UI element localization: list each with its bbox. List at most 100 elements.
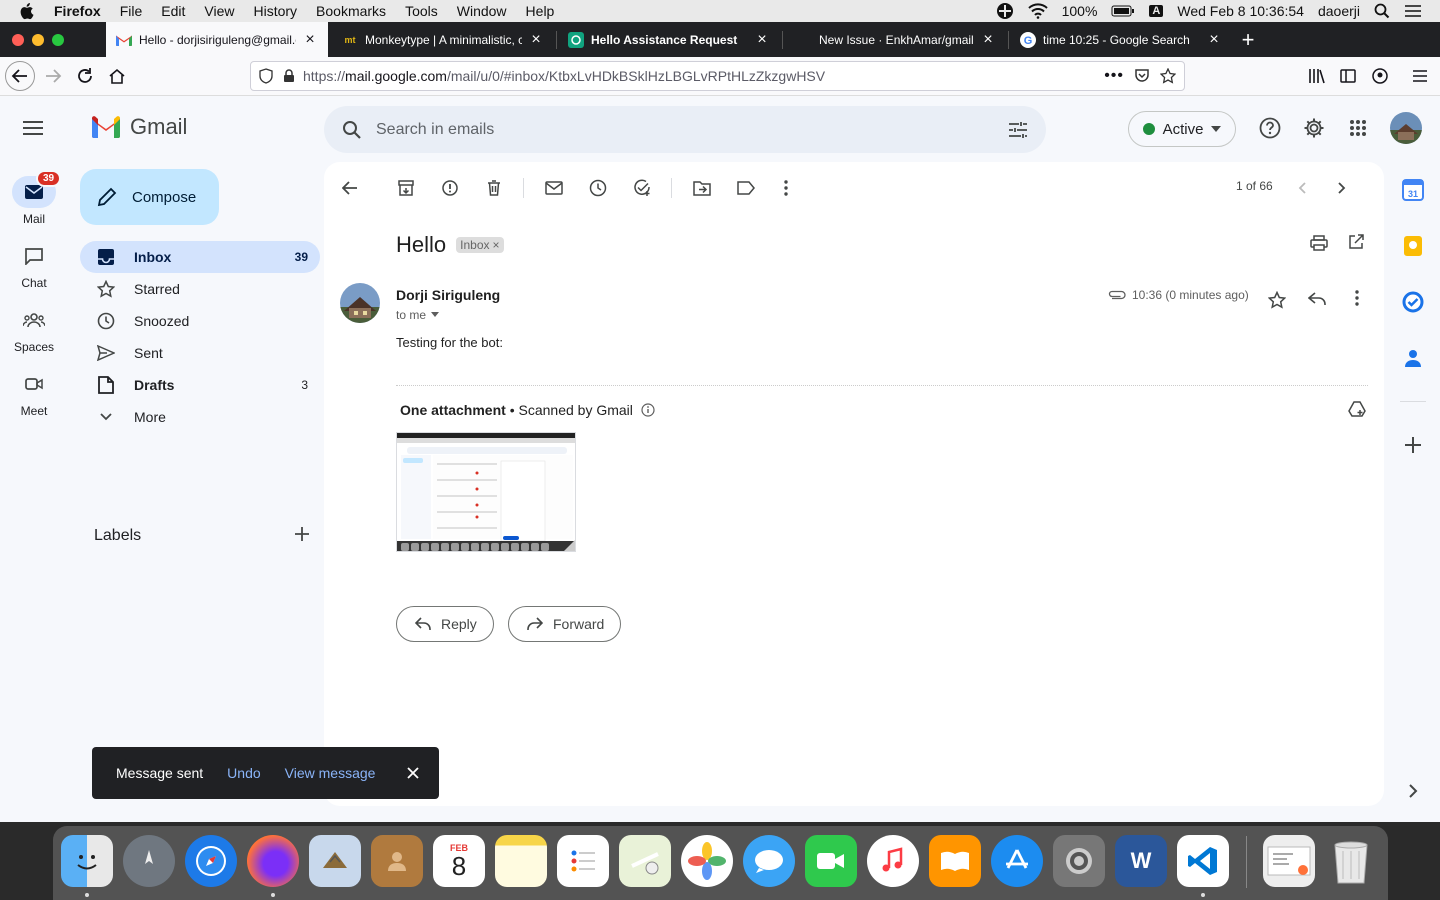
library-button[interactable] [1302,61,1332,91]
sidebar-button[interactable] [1333,61,1363,91]
close-tab-icon[interactable]: × [302,31,318,49]
finder-icon[interactable] [61,835,113,887]
new-tab-button[interactable]: + [1236,22,1260,57]
settings-button[interactable] [1300,114,1328,142]
tab-monkeytype[interactable]: mt Monkeytype | A minimalistic, cu × [332,22,554,57]
menu-view[interactable]: View [204,3,234,19]
launchpad-icon[interactable] [123,835,175,887]
word-app-icon[interactable]: W [1115,835,1167,887]
rail-chat[interactable]: Chat [0,240,68,290]
menu-help[interactable]: Help [526,3,555,19]
view-message-link[interactable]: View message [285,765,376,781]
tab-new-issue[interactable]: New Issue · EnkhAmar/gmail-bo × [784,22,1006,57]
app-menu-button[interactable] [1405,61,1435,91]
calendar-app-icon[interactable]: FEB 8 [433,835,485,887]
account-button[interactable] [1365,61,1395,91]
forward-button[interactable] [38,61,68,91]
music-app-icon[interactable] [867,835,919,887]
star-message-button[interactable] [1268,291,1286,309]
archive-button[interactable] [392,174,420,202]
menu-edit[interactable]: Edit [161,3,185,19]
report-spam-button[interactable] [436,174,464,202]
books-app-icon[interactable] [929,835,981,887]
tab-gmail-hello[interactable]: Hello - dorjisiriguleng@gmail.co × [106,22,328,57]
tab-google-search[interactable]: G time 10:25 - Google Search × [1010,22,1232,57]
tasks-icon[interactable] [1402,291,1424,313]
main-menu-icon[interactable] [22,120,44,136]
vscode-app-icon[interactable] [1177,835,1229,887]
forward-button[interactable]: Forward [508,606,622,642]
spotlight-icon[interactable] [1374,3,1390,19]
snooze-button[interactable] [584,174,612,202]
control-center-icon[interactable] [1404,4,1422,18]
calendar-icon[interactable]: 31 [1402,179,1424,201]
menu-bookmarks[interactable]: Bookmarks [316,3,386,19]
compose-button[interactable]: Compose [80,169,219,225]
clock-text[interactable]: Wed Feb 8 10:36:54 [1177,3,1304,19]
wifi-icon[interactable] [1027,3,1048,19]
add-to-drive-button[interactable] [1348,401,1366,417]
reload-button[interactable] [70,61,100,91]
safari-icon[interactable] [185,835,237,887]
system-preferences-icon[interactable] [1053,835,1105,887]
close-tab-icon[interactable]: × [1206,31,1222,49]
close-tab-icon[interactable]: × [754,31,770,49]
status-button[interactable]: Active [1128,111,1236,147]
reply-button[interactable]: Reply [396,606,494,642]
reply-icon-button[interactable] [1308,291,1326,307]
rail-mail[interactable]: 39 Mail [0,170,68,226]
remove-label-icon[interactable]: × [493,238,500,252]
menu-app-name[interactable]: Firefox [54,3,101,19]
newer-button[interactable] [1288,174,1316,202]
message-more-button[interactable] [1355,290,1359,306]
sender-name[interactable]: Dorji Siriguleng [396,287,500,303]
maps-app-icon[interactable] [619,835,671,887]
firefox-icon[interactable] [247,835,299,887]
close-window-button[interactable] [12,34,24,46]
app-store-icon[interactable] [991,835,1043,887]
reminders-app-icon[interactable] [557,835,609,887]
contacts-icon[interactable] [1402,347,1424,369]
labels-button[interactable] [732,174,760,202]
back-to-inbox-button[interactable] [336,174,364,202]
zoom-window-button[interactable] [52,34,64,46]
open-in-new-window-button[interactable] [1348,234,1364,250]
rail-meet[interactable]: Meet [0,368,68,418]
recipient-row[interactable]: to me [396,308,440,322]
firefox-window-minimized-icon[interactable] [1263,835,1315,887]
caret-down-icon[interactable] [430,312,440,318]
search-bar[interactable]: Search in emails [324,106,1046,153]
create-label-button[interactable] [292,524,312,544]
nav-item-drafts[interactable]: Drafts 3 [80,369,320,401]
search-input[interactable]: Search in emails [376,121,1008,139]
keep-icon[interactable] [1402,235,1424,257]
menu-history[interactable]: History [253,3,297,19]
pocket-icon[interactable] [1134,68,1150,84]
rail-spaces[interactable]: Spaces [0,304,68,354]
back-button[interactable] [5,61,35,91]
more-actions-icon[interactable]: ••• [1104,67,1124,85]
contacts-app-icon[interactable] [371,835,423,887]
attachment-thumbnail[interactable] [396,432,576,552]
notes-app-icon[interactable] [495,835,547,887]
messages-app-icon[interactable] [743,835,795,887]
close-tab-icon[interactable]: × [528,31,544,49]
apps-button[interactable] [1344,114,1372,142]
expand-panel-icon[interactable] [1402,780,1424,802]
print-all-button[interactable] [1310,235,1328,251]
nav-item-snoozed[interactable]: Snoozed [80,305,320,337]
account-avatar[interactable] [1390,112,1422,144]
older-button[interactable] [1328,174,1356,202]
close-tab-icon[interactable]: × [980,31,996,49]
help-button[interactable] [1256,114,1284,142]
info-icon[interactable] [641,403,655,417]
nav-item-inbox[interactable]: Inbox 39 [80,241,320,273]
lock-icon[interactable] [283,69,295,83]
url-bar[interactable]: https://mail.google.com/mail/u/0/#inbox/… [250,61,1185,91]
more-options-button[interactable] [772,174,800,202]
search-options-icon[interactable] [1008,121,1028,139]
undo-link[interactable]: Undo [227,765,260,781]
apple-icon[interactable] [18,2,38,20]
bookmark-star-icon[interactable] [1160,68,1176,84]
search-icon[interactable] [342,120,362,140]
